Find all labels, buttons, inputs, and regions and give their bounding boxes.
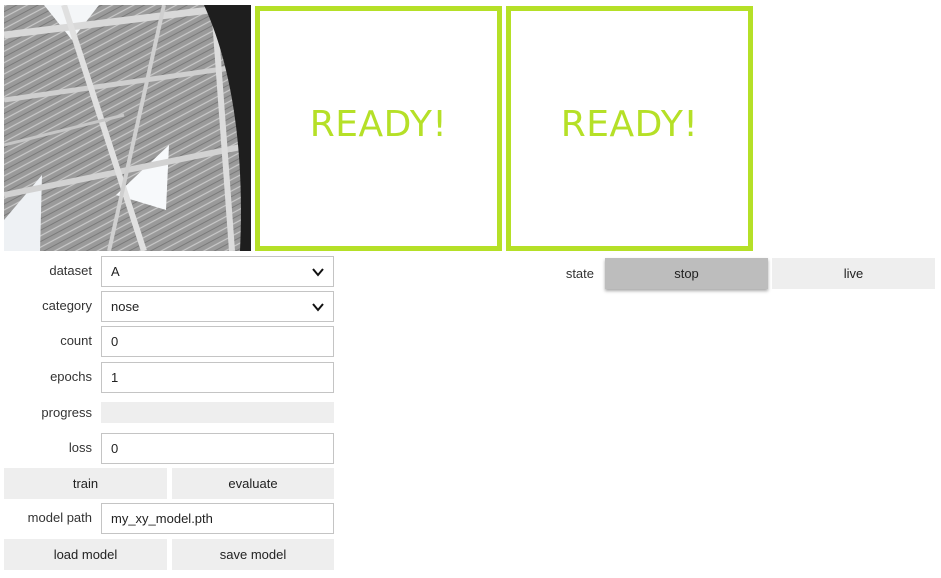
model-path-label: model path [27, 510, 92, 525]
state-label: state [565, 266, 594, 281]
evaluate-button[interactable]: evaluate [172, 468, 334, 499]
progress-bar [101, 402, 334, 423]
category-label: category [42, 298, 92, 313]
loss-label: loss [68, 440, 92, 455]
loss-field[interactable]: 0 [101, 433, 334, 464]
progress-label: progress [41, 405, 92, 420]
save-model-button[interactable]: save model [172, 539, 334, 570]
train-button[interactable]: train [4, 468, 167, 499]
camera-image [4, 5, 251, 251]
ready-text: READY! [560, 104, 699, 145]
category-select[interactable]: nose [101, 291, 334, 322]
chevron-down-icon [312, 303, 324, 312]
model-path-value: my_xy_model.pth [111, 511, 213, 526]
dataset-select[interactable]: A [101, 256, 334, 287]
epochs-value: 1 [111, 370, 119, 385]
chevron-down-icon [312, 268, 324, 277]
model-path-field[interactable]: my_xy_model.pth [101, 503, 334, 534]
count-field[interactable]: 0 [101, 326, 334, 357]
state-stop-button[interactable]: stop [605, 258, 768, 289]
camera-image-icon [4, 5, 251, 251]
loss-value: 0 [111, 441, 119, 456]
epochs-field[interactable]: 1 [101, 362, 334, 393]
count-label: count [60, 333, 92, 348]
dataset-value: A [111, 264, 120, 279]
load-model-button[interactable]: load model [4, 539, 167, 570]
dataset-label: dataset [49, 263, 92, 278]
ready-text: READY! [309, 104, 448, 145]
category-value: nose [111, 299, 140, 314]
count-value: 0 [111, 334, 119, 349]
ready-panel-left: READY! [255, 6, 502, 251]
state-live-button[interactable]: live [772, 258, 935, 289]
epochs-label: epochs [50, 369, 92, 384]
ready-panel-right: READY! [506, 6, 753, 251]
